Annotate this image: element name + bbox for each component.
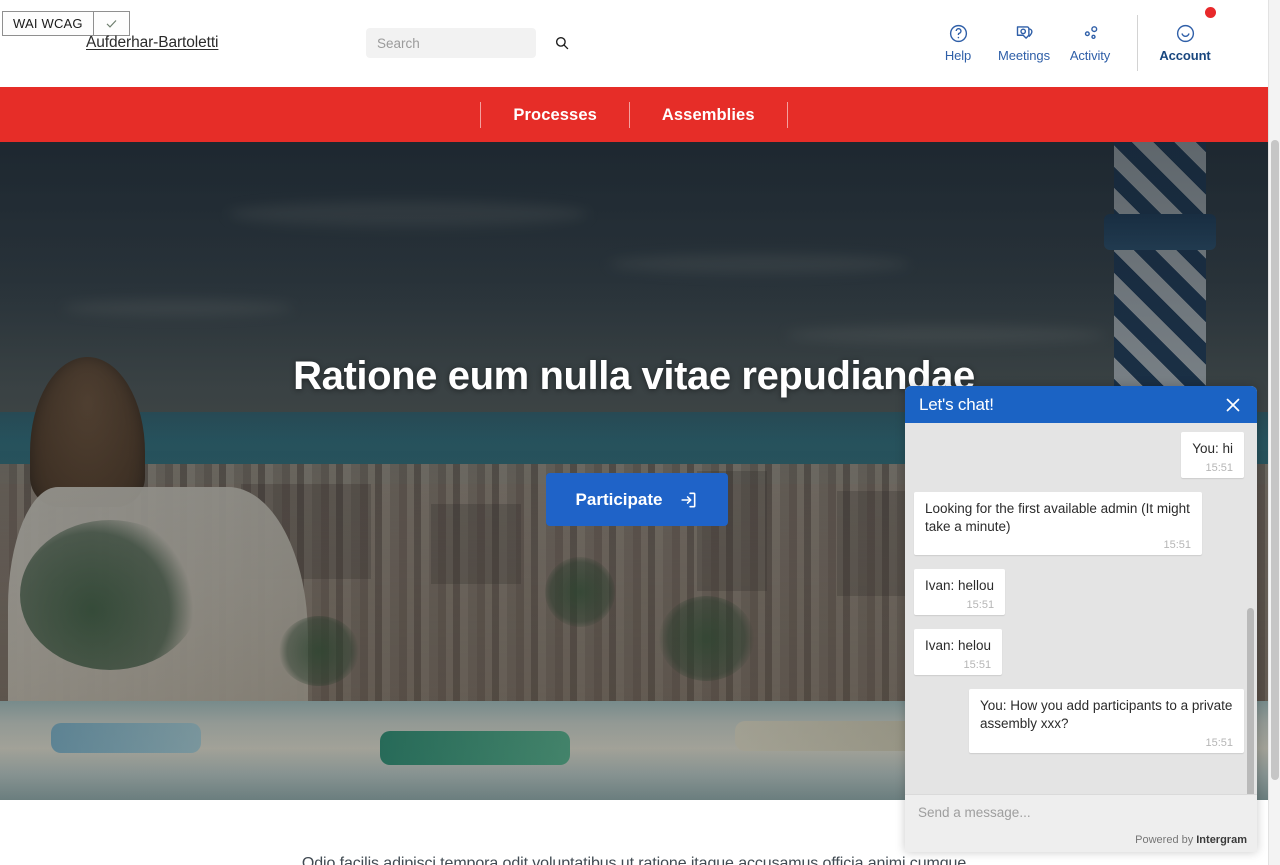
search-icon[interactable] xyxy=(554,35,570,51)
login-arrow-icon xyxy=(678,490,698,510)
chat-message-list[interactable]: You: hi 15:51 Looking for the first avai… xyxy=(905,423,1257,794)
activity-dots-icon xyxy=(1080,23,1101,44)
nav-divider xyxy=(1137,15,1138,71)
powered-by-label: Powered by xyxy=(1135,834,1194,846)
page-root: WAI WCAG Aufderhar-Bartoletti Search Hel… xyxy=(0,0,1280,865)
chat-message: Looking for the first available admin (I… xyxy=(914,491,1202,556)
notification-dot xyxy=(1205,7,1216,18)
page-scrollbar-thumb[interactable] xyxy=(1271,140,1279,780)
main-navigation-bar: Processes Assemblies xyxy=(0,87,1268,142)
nav-divider-right xyxy=(786,101,788,128)
wcag-badge: WAI WCAG xyxy=(2,11,94,36)
chat-footer: Powered by Intergram xyxy=(905,830,1257,852)
powered-by-brand: Intergram xyxy=(1196,834,1247,846)
chat-message: You: hi 15:51 xyxy=(1181,432,1244,478)
chat-message-text: You: hi xyxy=(1192,441,1233,456)
nav-label-meetings: Meetings xyxy=(998,48,1050,63)
question-circle-icon xyxy=(948,23,969,44)
nav-link-assemblies[interactable]: Assemblies xyxy=(630,102,787,128)
chat-message-text: Looking for the first available admin (I… xyxy=(925,500,1190,534)
intro-paragraph: Odio facilis adipisci tempora odit volup… xyxy=(301,855,967,865)
chat-message: You: How you add participants to a priva… xyxy=(969,689,1244,753)
participate-label: Participate xyxy=(575,489,663,509)
chat-message-text: Ivan: hellou xyxy=(925,578,995,594)
nav-item-account[interactable]: Account xyxy=(1152,7,1218,74)
chat-message-time: 15:51 xyxy=(1205,736,1233,749)
search-input[interactable] xyxy=(366,28,569,58)
wcag-badge-group: WAI WCAG xyxy=(2,11,130,36)
chat-message: Ivan: hellou 15:51 xyxy=(914,569,1006,616)
chat-message-input[interactable] xyxy=(918,805,1244,820)
chat-message-time: 15:51 xyxy=(966,599,995,612)
chat-message-time: 15:51 xyxy=(963,659,992,672)
nav-item-activity[interactable]: Activity xyxy=(1057,12,1123,74)
close-icon[interactable] xyxy=(1221,393,1245,417)
chat-message-time: 15:51 xyxy=(1163,539,1191,552)
nav-link-processes[interactable]: Processes xyxy=(481,102,628,128)
chat-widget: Let's chat! You: hi 15:51 Looking for th… xyxy=(905,386,1257,852)
page-scrollbar[interactable] xyxy=(1268,0,1280,865)
organization-link[interactable]: Aufderhar-Bartoletti xyxy=(86,34,219,52)
header-nav: Help Meetings Activity Account xyxy=(925,7,1218,74)
nav-item-meetings[interactable]: Meetings xyxy=(991,12,1057,74)
nav-label-activity: Activity xyxy=(1069,48,1111,63)
site-header: WAI WCAG Aufderhar-Bartoletti Search Hel… xyxy=(0,0,1268,87)
chat-scrollbar[interactable] xyxy=(1247,608,1254,794)
nav-label-account: Account xyxy=(1159,48,1211,63)
chat-header: Let's chat! xyxy=(905,386,1257,423)
search-field[interactable] xyxy=(377,35,554,51)
check-icon[interactable] xyxy=(93,11,130,36)
chat-title: Let's chat! xyxy=(919,394,994,414)
nav-label-help: Help xyxy=(944,48,972,63)
chat-message-text: Ivan: helou xyxy=(925,638,992,654)
chat-input-row[interactable] xyxy=(905,794,1257,830)
chat-message-time: 15:51 xyxy=(1205,461,1233,474)
participate-button[interactable]: Participate xyxy=(546,473,728,526)
chat-message: Ivan: helou 15:51 xyxy=(914,629,1003,676)
nav-item-help[interactable]: Help xyxy=(925,12,991,74)
smiley-face-icon xyxy=(1175,23,1196,44)
chat-message-text: You: How you add participants to a priva… xyxy=(980,698,1233,731)
map-pin-icon xyxy=(1014,23,1035,44)
